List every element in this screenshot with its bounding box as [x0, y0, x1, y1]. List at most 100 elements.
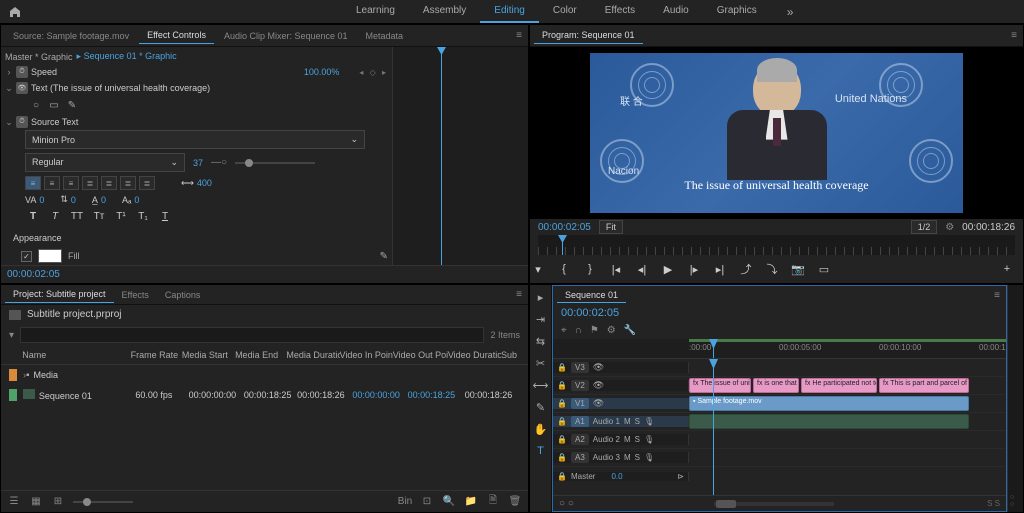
fill-eyedropper-icon[interactable]: ✎	[380, 251, 388, 262]
mark-out-icon[interactable]: }	[582, 261, 598, 277]
program-monitor-video[interactable]: United Nations 联 合 Nacion The issue of u…	[590, 53, 963, 213]
leading-metric[interactable]: ⇅ 0	[60, 194, 76, 205]
superscript-icon[interactable]: T¹	[113, 209, 129, 223]
tab-effects-panel[interactable]: Effects	[114, 287, 157, 303]
play-icon[interactable]: ▶	[660, 261, 676, 277]
label-chip[interactable]	[9, 389, 17, 401]
tab-effect-controls[interactable]: Effect Controls	[139, 27, 214, 44]
mark-in-icon[interactable]: {	[556, 261, 572, 277]
freeform-view-icon[interactable]: ⊞	[51, 495, 65, 509]
col-video-duration[interactable]: Video Duration	[448, 350, 501, 360]
col-media-end[interactable]: Media End	[235, 350, 286, 360]
ws-editing[interactable]: Editing	[480, 0, 539, 23]
track-header-a3[interactable]: 🔒A3Audio 3MS🎙	[553, 452, 689, 463]
list-view-icon[interactable]: ☰	[7, 495, 21, 509]
kerning-metric[interactable]: A̲ 0	[92, 195, 106, 205]
collapse-icon[interactable]: ○ ○	[559, 498, 574, 509]
eye-icon[interactable]: 👁	[593, 362, 604, 373]
program-ruler[interactable]	[538, 235, 1015, 255]
align-justify-icon[interactable]: ≣	[82, 176, 98, 190]
track-v2-content[interactable]: fx The issue of universal fx is one that…	[689, 377, 1006, 394]
col-media-start[interactable]: Media Start	[182, 350, 235, 360]
audio-clip[interactable]	[689, 414, 969, 429]
col-framerate[interactable]: Frame Rate	[131, 350, 182, 360]
scroll-indicator[interactable]: S S	[987, 499, 1000, 508]
filter-bin-icon[interactable]: ▾	[9, 330, 14, 341]
settings-icon[interactable]: ⚙	[607, 325, 616, 336]
find-icon[interactable]: 🔍	[442, 495, 456, 509]
go-to-out-icon[interactable]: ▸|	[712, 261, 728, 277]
timeline-playhead[interactable]	[713, 339, 714, 358]
resolution-select[interactable]: 1/2	[911, 220, 938, 234]
baseline-metric[interactable]: Aₐ 0	[122, 195, 139, 205]
panel-menu-icon[interactable]: ≡	[516, 30, 522, 41]
track-header-v3[interactable]: 🔒V3👁	[553, 362, 689, 373]
lock-icon[interactable]: 🔒	[557, 363, 567, 372]
ws-learning[interactable]: Learning	[342, 0, 409, 23]
button-editor-icon[interactable]: +	[999, 261, 1015, 277]
new-item-icon[interactable]: 🗎	[486, 495, 500, 509]
label-chip[interactable]	[9, 369, 17, 381]
graphic-clip[interactable]: fx The issue of universal	[689, 378, 751, 393]
zoom-fit-select[interactable]: Fit	[599, 220, 623, 234]
ws-effects[interactable]: Effects	[591, 0, 649, 23]
mute-button[interactable]: M	[624, 435, 631, 444]
subscript-icon[interactable]: T₁	[135, 209, 151, 223]
lock-icon[interactable]: 🔒	[557, 472, 567, 481]
export-frame-icon[interactable]: 📷	[790, 261, 806, 277]
stopwatch-icon[interactable]: ⏱	[16, 66, 28, 78]
keyframe-nav[interactable]: ◂ ◇ ▸	[359, 68, 388, 77]
panel-menu-icon[interactable]: ≡	[1011, 30, 1017, 41]
sequence-link[interactable]: ▸ Sequence 01 * Graphic	[77, 51, 177, 62]
comparison-icon[interactable]: ▭	[816, 261, 832, 277]
type-tool-icon[interactable]: T	[533, 443, 549, 459]
eye-icon[interactable]: 👁	[593, 398, 604, 409]
voice-icon[interactable]: 🎙	[644, 417, 654, 426]
ws-graphics[interactable]: Graphics	[703, 0, 771, 23]
voice-icon[interactable]: 🎙	[644, 453, 654, 462]
faux-italic-icon[interactable]: T	[47, 209, 63, 223]
wrench-icon[interactable]: 🔧	[624, 325, 636, 336]
timeline-zoom-slider[interactable]	[714, 502, 834, 506]
tab-program[interactable]: Program: Sequence 01	[534, 27, 643, 44]
align-justify-all-icon[interactable]: ≣	[139, 176, 155, 190]
twirl-sourcetext[interactable]: ⌄	[5, 117, 13, 128]
panel-menu-icon[interactable]: ≡	[994, 290, 1000, 301]
expand-icon[interactable]: ⊳	[677, 472, 684, 481]
thumbnail-size-slider[interactable]	[73, 501, 133, 503]
project-row-media[interactable]: ›▪Media	[1, 365, 528, 385]
audio-meter[interactable]: ○○	[1007, 285, 1023, 512]
lock-icon[interactable]: 🔒	[557, 435, 567, 444]
track-header-v1[interactable]: 🔒V1👁	[553, 398, 689, 409]
small-caps-icon[interactable]: Tᴛ	[91, 209, 107, 223]
selection-tool-icon[interactable]: ▸	[533, 289, 549, 305]
auto-bin-icon[interactable]: ⊡	[420, 495, 434, 509]
fill-swatch[interactable]	[38, 249, 62, 263]
track-header-a2[interactable]: 🔒A2Audio 2MS🎙	[553, 434, 689, 445]
track-header-v2[interactable]: 🔒V2👁	[553, 380, 689, 391]
lock-icon[interactable]: 🔒	[557, 381, 567, 390]
pen-tool-icon[interactable]: ✎	[533, 399, 549, 415]
speed-value[interactable]: 100.00%	[304, 67, 340, 77]
lock-icon[interactable]: 🔒	[557, 399, 567, 408]
snap-icon[interactable]: ⌖	[561, 325, 567, 336]
linked-selection-icon[interactable]: ∩	[575, 325, 582, 336]
graphic-clip[interactable]: fx He participated not too	[801, 378, 877, 393]
voice-icon[interactable]: 🎙	[644, 435, 654, 444]
mute-button[interactable]: M	[624, 453, 631, 462]
tab-source[interactable]: Source: Sample footage.mov	[5, 28, 137, 44]
icon-view-icon[interactable]: ▦	[29, 495, 43, 509]
marker-icon[interactable]: ⚑	[590, 325, 599, 336]
font-family-select[interactable]: Minion Pro⌄	[25, 130, 365, 149]
slip-tool-icon[interactable]: ⟷	[533, 377, 549, 393]
ripple-tool-icon[interactable]: ⇆	[533, 333, 549, 349]
twirl-text[interactable]: ⌄	[5, 83, 13, 94]
eye-icon[interactable]: 👁	[593, 380, 604, 391]
solo-button[interactable]: S	[635, 453, 640, 462]
step-forward-icon[interactable]: |▸	[686, 261, 702, 277]
graphic-clip[interactable]: fx This is part and parcel of the	[879, 378, 969, 393]
lock-icon[interactable]: 🔒	[557, 453, 567, 462]
efc-playhead[interactable]	[441, 47, 442, 265]
new-bin-icon[interactable]: 📁	[464, 495, 478, 509]
razor-tool-icon[interactable]: ✂	[533, 355, 549, 371]
